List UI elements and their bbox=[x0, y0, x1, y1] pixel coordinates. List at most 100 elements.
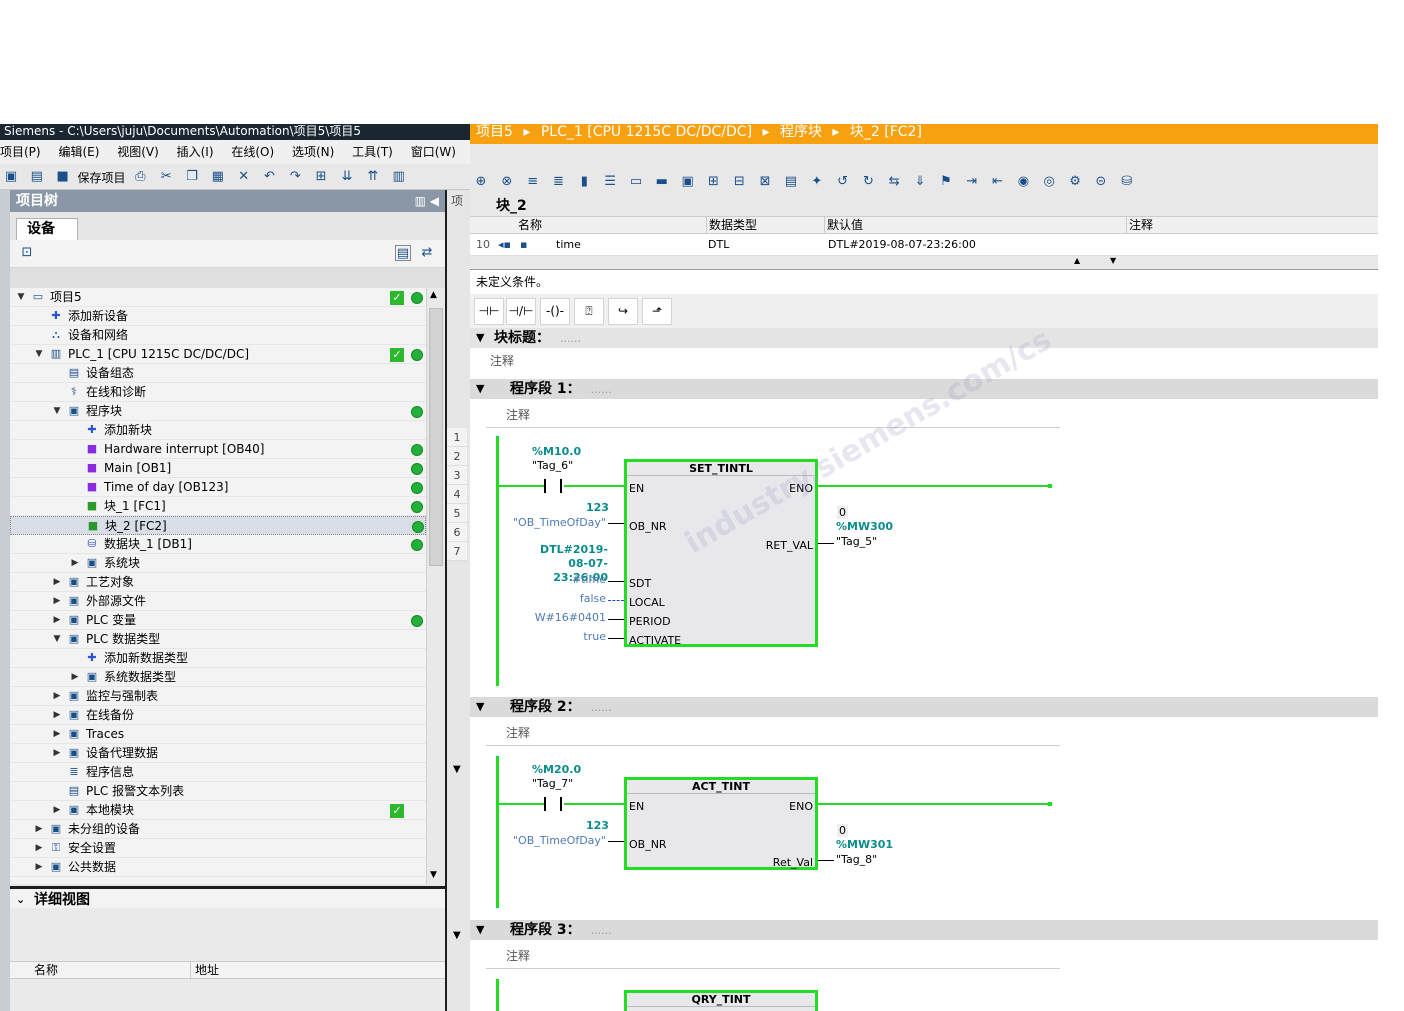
tree-item[interactable]: ■ Time of day [OB123] bbox=[10, 478, 426, 497]
tree-item[interactable]: ▼ ▣ 程序块 bbox=[10, 402, 426, 421]
tree-item[interactable]: ▼ ▣ PLC 数据类型 bbox=[10, 630, 426, 649]
expand-down-icon[interactable]: ▼ bbox=[16, 288, 26, 307]
expand-right-icon[interactable]: ▶ bbox=[52, 611, 62, 630]
list-icon[interactable]: ▤ bbox=[783, 174, 799, 190]
menu-project[interactable]: 项目(P) bbox=[0, 145, 41, 159]
tag-info-icon[interactable]: ⊠ bbox=[757, 174, 773, 190]
contact-address[interactable]: %M10.0 bbox=[532, 445, 581, 458]
breadcrumb-block[interactable]: 块_2 [FC2] bbox=[850, 124, 922, 140]
outdent-icon[interactable]: ⇤ bbox=[990, 174, 1006, 190]
tree-item[interactable]: ▼ ▭ 项目5 ✓ bbox=[10, 288, 426, 307]
expand-right-icon[interactable]: ▶ bbox=[52, 687, 62, 706]
menu-insert[interactable]: 插入(I) bbox=[177, 145, 214, 159]
nc-contact-icon[interactable]: ⊣/⊢ bbox=[506, 298, 536, 325]
param-type[interactable]: DTL bbox=[708, 234, 729, 256]
col-address[interactable]: 地址 bbox=[190, 962, 270, 979]
new-project-icon[interactable]: ▣ bbox=[3, 169, 19, 185]
breadcrumb-project[interactable]: 项目5 bbox=[476, 124, 513, 140]
tree-item[interactable]: ▶ ▣ 未分组的设备 bbox=[10, 820, 426, 839]
tree-scroll-thumb[interactable] bbox=[429, 308, 443, 566]
menu-options[interactable]: 选项(N) bbox=[292, 145, 334, 159]
tree-item[interactable]: ▶ ▣ 公共数据 bbox=[10, 858, 426, 877]
contact-m10-0[interactable] bbox=[544, 479, 562, 493]
network-3-comment[interactable]: 注释 bbox=[486, 943, 1060, 969]
menu-edit[interactable]: 编辑(E) bbox=[58, 145, 99, 159]
download-icon[interactable]: ⇊ bbox=[339, 169, 355, 185]
simulate-icon[interactable]: ▥ bbox=[391, 169, 407, 185]
ret-val-address[interactable]: %MW301 bbox=[836, 838, 893, 851]
divider-arrow-4[interactable]: ▼ bbox=[453, 930, 461, 941]
menu-view[interactable]: 视图(V) bbox=[117, 145, 159, 159]
tree-properties-icon[interactable]: ⊡ bbox=[19, 245, 35, 261]
settings-icon[interactable]: ⚙ bbox=[1067, 174, 1083, 190]
empty-box-icon[interactable]: ⍰ bbox=[574, 298, 604, 325]
chevron-down-icon[interactable]: ▼ bbox=[476, 328, 484, 348]
ret-val-tag[interactable]: "Tag_5" bbox=[836, 535, 877, 548]
next-error-icon[interactable]: ↻ bbox=[860, 174, 876, 190]
expand-right-icon[interactable]: ▶ bbox=[34, 820, 44, 839]
glasses-icon[interactable]: ⊝ bbox=[1093, 174, 1109, 190]
collapse-panel-icon[interactable]: ▥ ◀ bbox=[415, 190, 439, 212]
param-name[interactable]: time bbox=[556, 234, 581, 256]
favorites-icon[interactable]: ▭ bbox=[628, 174, 644, 190]
expand-down-icon[interactable]: ▼ bbox=[34, 345, 44, 364]
expand-right-icon[interactable]: ▶ bbox=[52, 706, 62, 725]
tab-devices[interactable]: 设备 bbox=[16, 218, 78, 240]
compile-icon[interactable]: ⊞ bbox=[313, 169, 329, 185]
period-tag[interactable]: W#16#0401 bbox=[526, 611, 606, 624]
breadcrumb-plc[interactable]: PLC_1 [CPU 1215C DC/DC/DC] bbox=[541, 124, 752, 140]
contact-tag[interactable]: "Tag_6" bbox=[532, 459, 573, 472]
insert-network-icon[interactable]: ⊕ bbox=[473, 174, 489, 190]
tree-item[interactable]: ▶ ▣ 系统数据类型 bbox=[10, 668, 426, 687]
open-all-icon[interactable]: ⊞ bbox=[705, 174, 721, 190]
block-title-header[interactable]: ▼ 块标题：...... bbox=[470, 328, 1378, 348]
tree-item[interactable]: ▶ ▣ 在线备份 bbox=[10, 706, 426, 725]
ob-nr-value[interactable]: 123 bbox=[586, 501, 609, 514]
tree-scrollbar[interactable]: ▲ ▼ bbox=[426, 288, 445, 884]
save-icon[interactable]: ■ bbox=[55, 169, 71, 185]
tree-item[interactable]: ■ Hardware interrupt [OB40] bbox=[10, 440, 426, 459]
tree-item[interactable]: ▤ 设备组态 bbox=[10, 364, 426, 383]
act-tint-box[interactable]: ACT_TINT EN OB_NR ENO Ret_Val bbox=[624, 777, 818, 870]
tree-item[interactable]: ▶ ▣ PLC 变量 bbox=[10, 611, 426, 630]
tree-item[interactable]: ▶ ▣ 外部源文件 bbox=[10, 592, 426, 611]
expand-right-icon[interactable]: ▶ bbox=[70, 554, 80, 573]
local-tag[interactable]: false bbox=[566, 592, 606, 605]
go-to-error-icon[interactable]: ↺ bbox=[835, 174, 851, 190]
col-if-name[interactable]: 名称 bbox=[518, 217, 542, 234]
expand-right-icon[interactable]: ▶ bbox=[34, 839, 44, 858]
expand-right-icon[interactable]: ▶ bbox=[52, 744, 62, 763]
tree-item[interactable]: ⚕ 在线和诊断 bbox=[10, 383, 426, 402]
col-if-default[interactable]: 默认值 bbox=[824, 217, 863, 234]
copy-icon[interactable]: ❐ bbox=[184, 169, 200, 185]
expand-right-icon[interactable]: ▶ bbox=[52, 592, 62, 611]
tree-item[interactable]: ▤ PLC 报警文本列表 bbox=[10, 782, 426, 801]
tree-item[interactable]: ≣ 程序信息 bbox=[10, 763, 426, 782]
tree-item[interactable]: ✚ 添加新设备 bbox=[10, 307, 426, 326]
tree-item[interactable]: ■ Main [OB1] bbox=[10, 459, 426, 478]
menu-online[interactable]: 在线(O) bbox=[231, 145, 274, 159]
delete-network-icon[interactable]: ⊗ bbox=[499, 174, 515, 190]
tree-item[interactable]: ▶ ▣ 系统块 bbox=[10, 554, 426, 573]
tree-item[interactable]: ▶ ▣ 本地模块 ✓ bbox=[10, 801, 426, 820]
activate-tag[interactable]: true bbox=[566, 630, 606, 643]
tree-refresh-icon[interactable]: ⇄ bbox=[419, 245, 435, 261]
network-3-header[interactable]: ▼ 程序段 3：...... bbox=[470, 920, 1378, 940]
insert-row-icon[interactable]: ≡ bbox=[525, 174, 541, 190]
tree-item[interactable]: ✚ 添加新块 bbox=[10, 421, 426, 440]
network-comments-icon[interactable]: ▬ bbox=[654, 174, 670, 190]
save-project-button[interactable]: 保存项目 bbox=[77, 169, 125, 186]
scroll-down-icon[interactable]: ▼ bbox=[1110, 256, 1116, 265]
close-all-icon[interactable]: ⊟ bbox=[731, 174, 747, 190]
detail-view-header[interactable]: ⌄ 详细视图 bbox=[10, 886, 445, 908]
expand-right-icon[interactable]: ▶ bbox=[52, 725, 62, 744]
cut-icon[interactable]: ✂ bbox=[158, 169, 174, 185]
expand-right-icon[interactable]: ▶ bbox=[52, 801, 62, 820]
qry-tint-box[interactable]: QRY_TINT bbox=[624, 990, 818, 1011]
ret-val-tag[interactable]: "Tag_8" bbox=[836, 853, 877, 866]
add-row-icon[interactable]: ≣ bbox=[550, 174, 566, 190]
side-tab-label[interactable]: 项 bbox=[451, 192, 463, 209]
redo-icon[interactable]: ↷ bbox=[287, 169, 303, 185]
ob-nr-tag[interactable]: "OB_TimeOfDay" bbox=[510, 516, 606, 529]
expand-right-icon[interactable]: ▶ bbox=[52, 573, 62, 592]
